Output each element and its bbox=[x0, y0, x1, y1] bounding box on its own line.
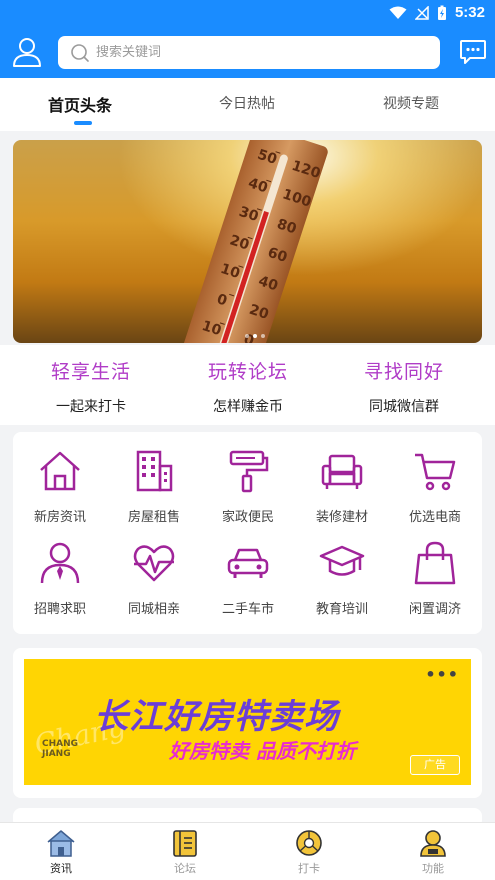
ad-label: 广告 bbox=[410, 755, 460, 775]
feature-subtitle: 怎样赚金币 bbox=[213, 399, 283, 415]
feature-title: 寻找同好 bbox=[363, 361, 444, 383]
nav-label: 论坛 bbox=[174, 862, 196, 875]
category-label: 新房资讯 bbox=[33, 510, 86, 525]
cart-icon bbox=[415, 453, 456, 491]
ad-banner[interactable]: Chang ••• 长江好房特卖场 CHANG JIANG 好房特卖 品质不打折… bbox=[24, 659, 471, 785]
ad-subtitle: 好房特卖 品质不打折 bbox=[169, 739, 356, 763]
category-label: 优选电商 bbox=[408, 510, 461, 525]
carousel-dot[interactable] bbox=[261, 334, 265, 338]
nav-news[interactable]: 资讯 bbox=[31, 829, 91, 876]
category-label: 同城相亲 bbox=[127, 602, 180, 617]
ad-more-button[interactable]: ••• bbox=[425, 665, 459, 684]
category-ecommerce[interactable]: 优选电商 bbox=[388, 448, 482, 538]
category-secondhand[interactable]: 闲置调济 bbox=[388, 540, 482, 630]
tab-indicator bbox=[74, 121, 92, 125]
nav-functions[interactable]: 功能 bbox=[403, 829, 463, 876]
category-dating[interactable]: 同城相亲 bbox=[107, 540, 201, 630]
feature-lifestyle[interactable]: 轻享生活 一起来打卡 bbox=[11, 357, 171, 416]
tab-headlines[interactable]: 首页头条 bbox=[48, 92, 112, 116]
status-icons: 5:32 bbox=[389, 4, 485, 21]
nav-label: 资讯 bbox=[50, 862, 72, 875]
bottom-nav: 资讯 论坛 打卡 功能 bbox=[0, 822, 495, 880]
nav-label: 打卡 bbox=[298, 862, 320, 875]
feature-title: 轻享生活 bbox=[50, 361, 131, 383]
feature-shortcuts: 轻享生活 一起来打卡 玩转论坛 怎样赚金币 寻找同好 同城微信群 bbox=[0, 345, 495, 425]
paint-roller-icon bbox=[229, 450, 269, 493]
carousel-dot[interactable] bbox=[253, 334, 257, 338]
heart-pulse-icon bbox=[133, 545, 175, 582]
category-decoration[interactable]: 装修建材 bbox=[295, 448, 389, 538]
category-label: 家政便民 bbox=[221, 510, 274, 525]
category-label: 二手车市 bbox=[221, 602, 274, 617]
top-bar bbox=[0, 28, 495, 78]
ad-card: Chang ••• 长江好房特卖场 CHANG JIANG 好房特卖 品质不打折… bbox=[13, 648, 482, 798]
signal-icon bbox=[414, 5, 429, 20]
feature-subtitle: 一起来打卡 bbox=[56, 399, 126, 415]
category-jobs[interactable]: 招聘求职 bbox=[13, 540, 107, 630]
battery-icon bbox=[437, 5, 446, 20]
category-label: 闲置调济 bbox=[408, 602, 461, 617]
nav-forum[interactable]: 论坛 bbox=[155, 829, 215, 876]
category-education[interactable]: 教育培训 bbox=[295, 540, 389, 630]
category-label: 房屋租售 bbox=[127, 510, 180, 525]
graduation-cap-icon bbox=[319, 545, 365, 576]
carousel-dot[interactable] bbox=[245, 334, 249, 338]
sofa-icon bbox=[321, 454, 363, 489]
feature-subtitle: 同城微信群 bbox=[369, 399, 439, 415]
user-icon[interactable] bbox=[12, 36, 42, 68]
status-bar: 5:32 bbox=[0, 0, 495, 28]
category-grid: 新房资讯 房屋租售 家政便民 装修建材 优选电商 招聘求职 同城相亲 二手车市 … bbox=[13, 432, 482, 634]
category-label: 招聘求职 bbox=[33, 602, 86, 617]
search-icon bbox=[71, 43, 89, 62]
message-icon[interactable] bbox=[459, 39, 487, 65]
feature-forum[interactable]: 玩转论坛 怎样赚金币 bbox=[168, 357, 328, 416]
category-used-cars[interactable]: 二手车市 bbox=[201, 540, 295, 630]
nav-checkin[interactable]: 打卡 bbox=[279, 829, 339, 876]
category-label: 装修建材 bbox=[315, 510, 368, 525]
thermometer-image: 504030 20100 1020 12010080 604020 0 bbox=[176, 140, 328, 343]
search-input[interactable] bbox=[96, 45, 396, 60]
shopping-bag-icon bbox=[414, 541, 456, 585]
carousel-dots bbox=[245, 334, 265, 338]
feature-title: 玩转论坛 bbox=[207, 361, 288, 383]
wifi-icon bbox=[389, 6, 407, 19]
search-bar[interactable] bbox=[58, 36, 440, 69]
category-housekeeping[interactable]: 家政便民 bbox=[201, 448, 295, 538]
content-tabs: 首页头条 今日热帖 视频专题 bbox=[0, 78, 495, 131]
tab-hot-posts[interactable]: 今日热帖 bbox=[219, 93, 275, 113]
checkin-icon bbox=[296, 830, 322, 856]
forum-book-icon bbox=[173, 830, 197, 857]
profile-function-icon bbox=[420, 830, 446, 857]
banner-carousel[interactable]: 504030 20100 1020 12010080 604020 0 bbox=[13, 140, 482, 343]
house-icon bbox=[40, 451, 80, 491]
car-icon bbox=[227, 548, 269, 578]
ad-brand-en: CHANG JIANG bbox=[42, 739, 79, 759]
tab-video-topics[interactable]: 视频专题 bbox=[383, 93, 439, 113]
category-rent-sale[interactable]: 房屋租售 bbox=[107, 448, 201, 538]
feature-find-friends[interactable]: 寻找同好 同城微信群 bbox=[324, 357, 484, 416]
person-tie-icon bbox=[40, 542, 80, 584]
news-home-icon bbox=[47, 830, 75, 857]
ad-title: 长江好房特卖场 bbox=[94, 697, 339, 737]
status-time: 5:32 bbox=[454, 4, 485, 21]
category-label: 教育培训 bbox=[315, 602, 368, 617]
building-icon bbox=[136, 450, 173, 492]
nav-label: 功能 bbox=[422, 862, 444, 875]
category-new-homes[interactable]: 新房资讯 bbox=[13, 448, 107, 538]
